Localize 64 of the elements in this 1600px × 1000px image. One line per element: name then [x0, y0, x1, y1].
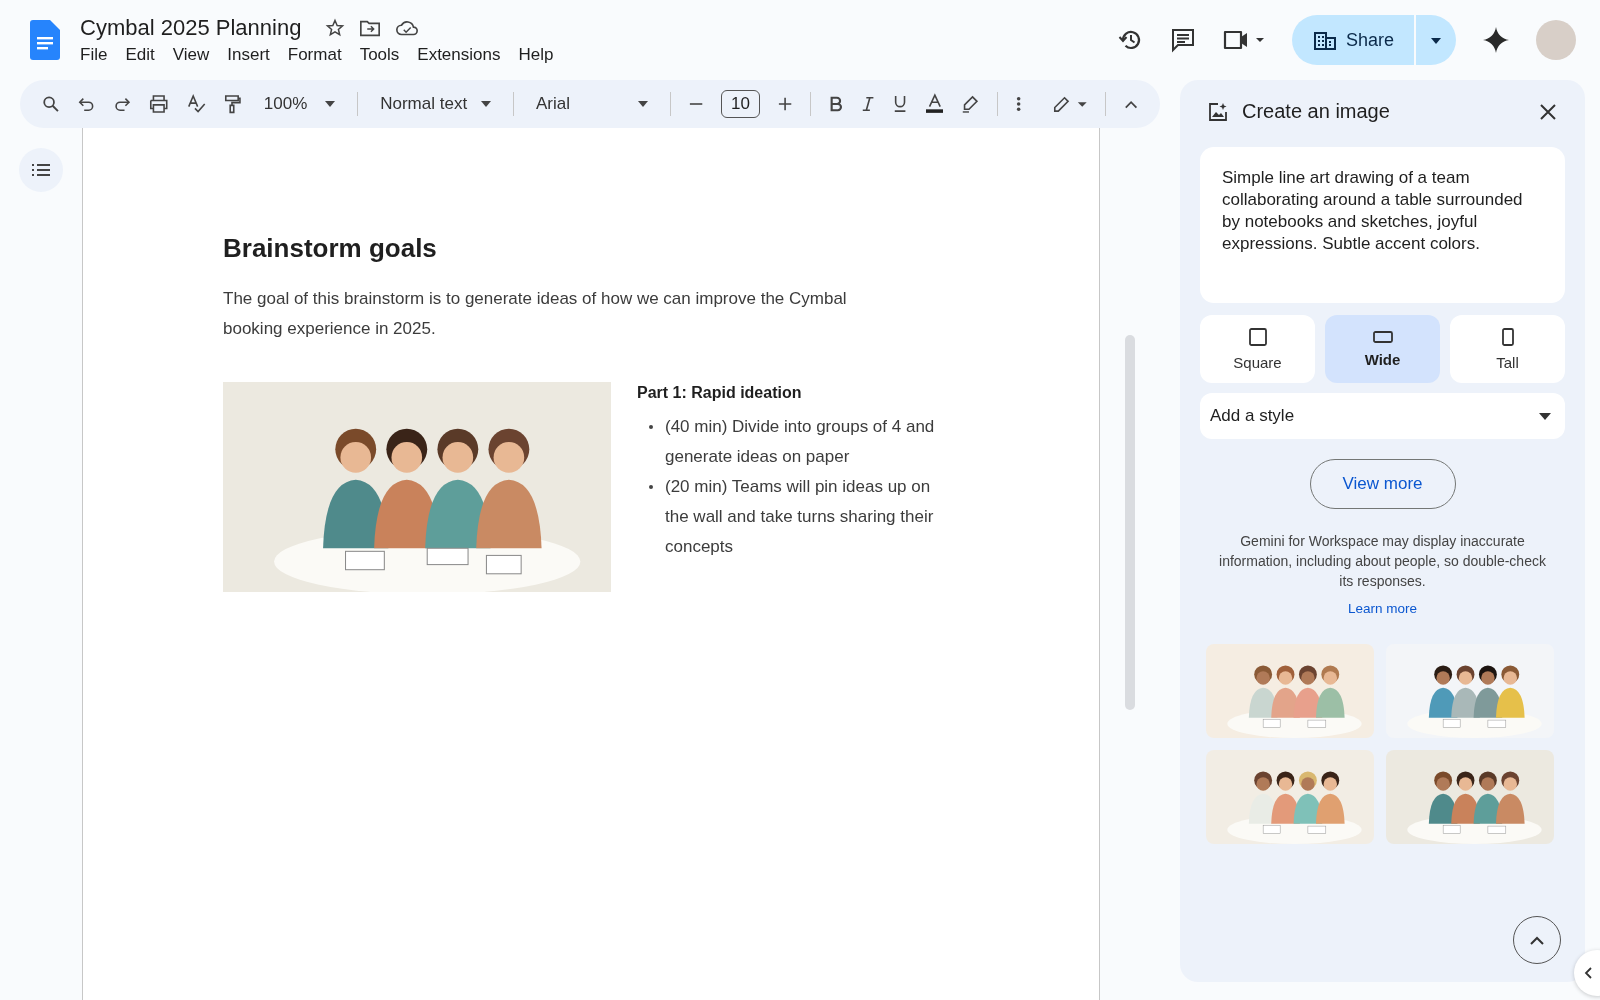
- underline-icon[interactable]: [893, 94, 908, 114]
- sparkle-icon[interactable]: [1482, 26, 1510, 54]
- tall-shape-icon: [1501, 327, 1514, 346]
- close-icon[interactable]: [1539, 102, 1557, 121]
- aspect-option[interactable]: Square: [1200, 315, 1315, 383]
- image-sparkle-icon: [1208, 101, 1228, 122]
- collapse-icon[interactable]: [1123, 99, 1138, 109]
- search-icon[interactable]: [42, 94, 60, 114]
- panel-title: Create an image: [1242, 100, 1390, 123]
- aspect-option[interactable]: Tall: [1450, 315, 1565, 383]
- menu-item[interactable]: Edit: [125, 45, 155, 65]
- caret-icon: [325, 101, 336, 107]
- list-item: (40 min) Divide into groups of 4 and generate ideas on paper: [665, 416, 936, 468]
- menu-item[interactable]: Insert: [227, 45, 270, 65]
- zoom-dropdown[interactable]: 100%: [259, 94, 340, 114]
- caret-icon: [638, 101, 649, 107]
- highlighter-icon[interactable]: [961, 94, 980, 114]
- editing-mode-icon[interactable]: [1053, 94, 1087, 114]
- caret-icon: [1539, 412, 1551, 420]
- wide-shape-icon: [1372, 330, 1393, 343]
- building-icon: [1313, 30, 1336, 50]
- scrollbar[interactable]: [1125, 335, 1135, 710]
- section-title: Part 1: Rapid ideation: [637, 384, 803, 402]
- chevron-up-icon: [1530, 935, 1544, 945]
- document-title[interactable]: Cymbal 2025 Planning: [80, 15, 302, 41]
- print-icon[interactable]: [149, 94, 169, 114]
- italic-icon[interactable]: [861, 95, 876, 113]
- menu-item[interactable]: View: [172, 45, 210, 65]
- bullet-icon: [649, 425, 653, 429]
- more-options-icon[interactable]: [1015, 95, 1022, 113]
- comment-icon[interactable]: [1169, 27, 1196, 53]
- square-shape-icon: [1248, 327, 1267, 346]
- share-button[interactable]: Share: [1291, 15, 1416, 65]
- paint-format-icon[interactable]: [224, 93, 242, 115]
- bullet-icon: [649, 485, 653, 489]
- docs-logo-icon[interactable]: [30, 20, 60, 60]
- menu-item[interactable]: Tools: [359, 45, 400, 65]
- menu-item[interactable]: Extensions: [417, 45, 501, 65]
- plus-icon[interactable]: [778, 96, 793, 112]
- menu-item[interactable]: Help: [518, 45, 554, 65]
- disclaimer-text: Gemini for Workspace may display inaccurate information, including about people, so double-check its responses.: [1218, 532, 1547, 591]
- star-icon[interactable]: [325, 18, 346, 38]
- caret-icon: [1430, 36, 1442, 45]
- text-style-dropdown[interactable]: Normal text: [376, 94, 496, 114]
- paragraph: The goal of this brainstorm is to generate ideas of how we can improve the Cymbal booking experience in 2025.: [223, 288, 848, 340]
- bold-icon[interactable]: [829, 95, 844, 113]
- document-heading: Brainstorm goals: [223, 233, 438, 264]
- aspect-option[interactable]: Wide: [1325, 315, 1440, 383]
- menu-item[interactable]: Format: [287, 45, 342, 65]
- list-icon: [32, 163, 50, 177]
- chevron-left-icon: [1584, 967, 1592, 979]
- outline-button[interactable]: [19, 148, 63, 192]
- style-dropdown[interactable]: Add a style: [1200, 393, 1565, 439]
- prompt-field[interactable]: Simple line art drawing of a team collaborating around a table surrounded by notebooks and sketches, joyful expressions. Subtle accent colors.: [1200, 147, 1565, 303]
- font-size-field[interactable]: 10: [721, 90, 761, 118]
- spellcheck-icon[interactable]: [186, 93, 207, 115]
- font-dropdown[interactable]: Arial: [532, 94, 653, 114]
- caret-icon: [481, 101, 492, 107]
- cloud-check-icon[interactable]: [395, 19, 420, 37]
- menu-item[interactable]: File: [80, 45, 108, 65]
- folder-icon[interactable]: [359, 18, 382, 38]
- text-color-icon[interactable]: [925, 93, 944, 115]
- list-item: (20 min) Teams will pin ideas up on the wall and take turns sharing their concepts: [665, 476, 935, 558]
- learn-more-link[interactable]: Learn more: [1347, 601, 1417, 616]
